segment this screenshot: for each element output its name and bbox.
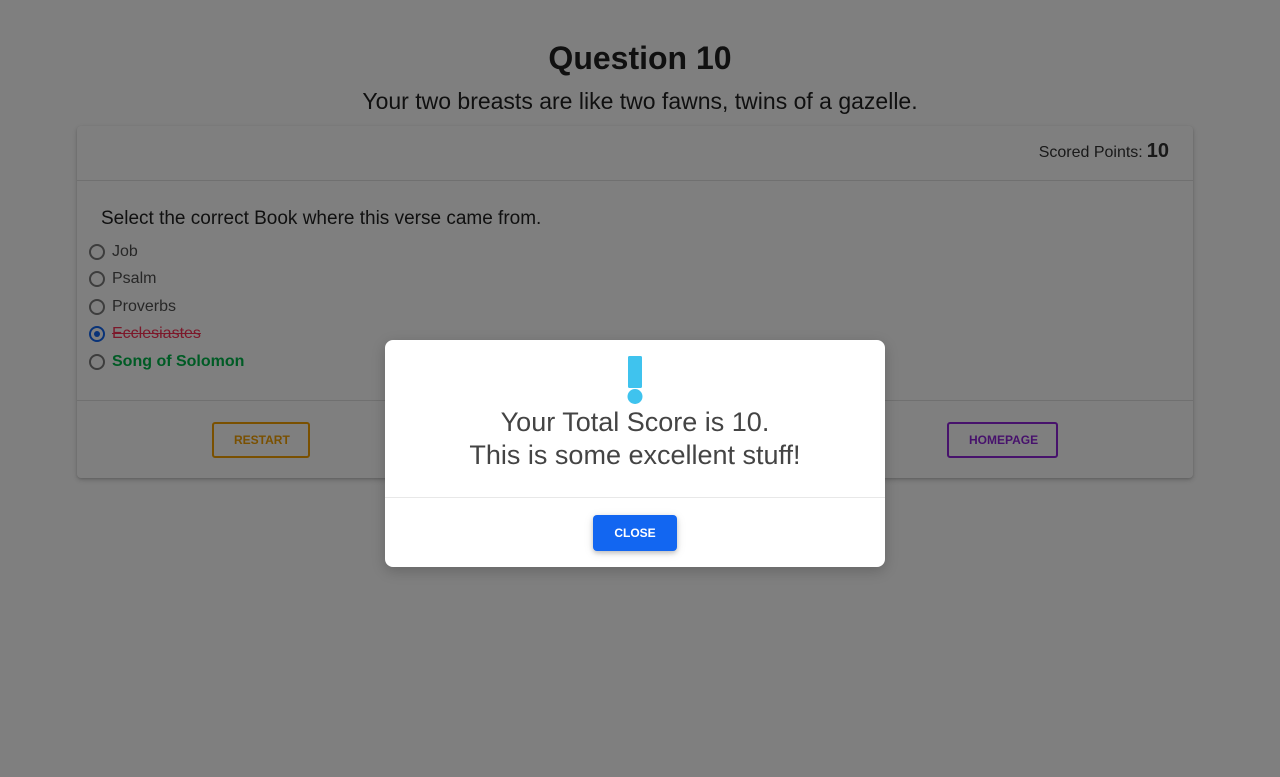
modal-body: Your Total Score is 10. This is some exc… [385,340,885,498]
close-button[interactable]: CLOSE [593,515,677,551]
modal-message: Your Total Score is 10. This is some exc… [385,406,885,472]
modal-message-line-2: This is some excellent stuff! [469,440,801,470]
score-modal: Your Total Score is 10. This is some exc… [385,340,885,567]
exclamation-icon [627,356,643,404]
modal-message-line-1: Your Total Score is 10. [500,407,770,437]
quiz-page: Question 10 Your two breasts are like tw… [0,0,1280,777]
